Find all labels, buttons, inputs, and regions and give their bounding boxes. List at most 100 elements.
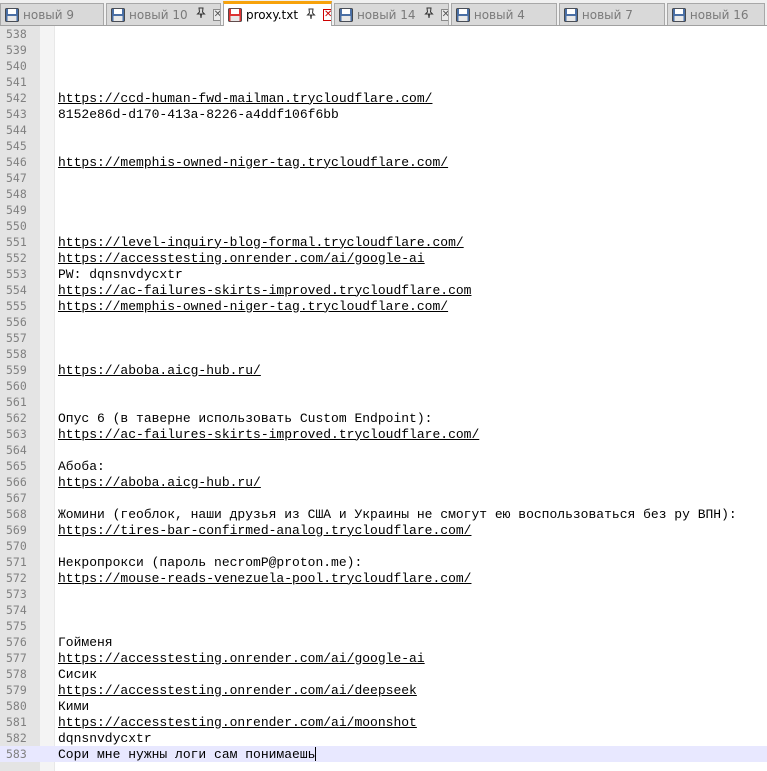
tab-label: proxy.txt	[245, 8, 299, 22]
url-link[interactable]: https://mouse-reads-venezuela-pool.trycl…	[58, 571, 471, 586]
url-link[interactable]: https://ccd-human-fwd-mailman.trycloudfl…	[58, 91, 432, 106]
line-number: 557	[6, 331, 27, 345]
line-number: 538	[6, 27, 27, 41]
text-line[interactable]: 580 Кими	[0, 698, 767, 714]
unsaved-file-icon	[227, 7, 243, 23]
text-line[interactable]: 560	[0, 378, 767, 394]
url-link[interactable]: https://accesstesting.onrender.com/ai/go…	[58, 651, 425, 666]
url-link[interactable]: https://ac-failures-skirts-improved.tryc…	[58, 283, 471, 298]
line-number: 562	[6, 411, 27, 425]
url-link[interactable]: https://accesstesting.onrender.com/ai/mo…	[58, 715, 417, 730]
line-number: 579	[6, 683, 27, 697]
text-line[interactable]: 554 https://ac-failures-skirts-improved.t…	[0, 282, 767, 298]
close-tab-icon[interactable]: ✕	[440, 8, 448, 21]
text-line[interactable]: 549	[0, 202, 767, 218]
text-line[interactable]: 577 https://accesstesting.onrender.com/ai…	[0, 650, 767, 666]
tab-новый-4[interactable]: новый 4	[450, 3, 557, 25]
text-line[interactable]: 564	[0, 442, 767, 458]
pin-icon[interactable]	[423, 7, 435, 22]
close-tab-icon[interactable]: ✕	[212, 8, 220, 21]
editor-area[interactable]: 538 539 540 541 542 https://ccd-human-fwd-mai…	[0, 26, 767, 771]
text-line[interactable]: 570	[0, 538, 767, 554]
text-line[interactable]: 559 https://aboba.aicg-hub.ru/	[0, 362, 767, 378]
text-line[interactable]: 566 https://aboba.aicg-hub.ru/	[0, 474, 767, 490]
text-line[interactable]: 548	[0, 186, 767, 202]
text-line[interactable]: 544	[0, 122, 767, 138]
line-number: 577	[6, 651, 27, 665]
url-link[interactable]: https://level-inquiry-blog-formal.tryclo…	[58, 235, 464, 250]
url-link[interactable]: https://memphis-owned-niger-tag.trycloud…	[58, 155, 448, 170]
tab-новый-14[interactable]: новый 14 ✕	[333, 3, 449, 25]
text-line[interactable]: 540	[0, 58, 767, 74]
line-number: 576	[6, 635, 27, 649]
text-line[interactable]: 579 https://accesstesting.onrender.com/ai…	[0, 682, 767, 698]
url-link[interactable]: https://memphis-owned-niger-tag.trycloud…	[58, 299, 448, 314]
text-line[interactable]: 581 https://accesstesting.onrender.com/ai…	[0, 714, 767, 730]
tab-label: новый 4	[473, 7, 525, 22]
text-line[interactable]: 545	[0, 138, 767, 154]
text-line[interactable]: 556	[0, 314, 767, 330]
text-line[interactable]: 576 Гойменя	[0, 634, 767, 650]
text-line[interactable]: 539	[0, 42, 767, 58]
tab-новый-7[interactable]: новый 7	[558, 3, 665, 25]
text-line[interactable]: 572 https://mouse-reads-venezuela-pool.tr…	[0, 570, 767, 586]
line-number: 583	[6, 747, 27, 761]
line-text: 8152e86d-d170-413a-8226-a4ddf106f6bb	[58, 106, 339, 122]
tab-новый-16[interactable]: новый 16	[666, 3, 765, 25]
close-tab-icon[interactable]: ✕	[323, 9, 331, 21]
tab-proxy-txt[interactable]: proxy.txt ✕	[222, 1, 332, 26]
line-number: 541	[6, 75, 27, 89]
line-text: dqnsnvdycxtr	[58, 730, 152, 746]
line-text: Гойменя	[58, 634, 113, 650]
text-line[interactable]: 562 Опус 6 (в таверне использовать Custom…	[0, 410, 767, 426]
text-line[interactable]: 573	[0, 586, 767, 602]
url-link[interactable]: https://tires-bar-confirmed-analog.trycl…	[58, 523, 471, 538]
text-line[interactable]: 547	[0, 170, 767, 186]
url-link[interactable]: https://aboba.aicg-hub.ru/	[58, 475, 261, 490]
line-number: 547	[6, 171, 27, 185]
text-line[interactable]: 542 https://ccd-human-fwd-mailman.tryclou…	[0, 90, 767, 106]
text-caret	[315, 747, 317, 762]
url-link[interactable]: https://accesstesting.onrender.com/ai/de…	[58, 683, 417, 698]
text-line[interactable]: 558	[0, 346, 767, 362]
text-line[interactable]: 568 Жомини (геоблок, наши друзья из США и…	[0, 506, 767, 522]
text-line[interactable]: 541	[0, 74, 767, 90]
line-number: 571	[6, 555, 27, 569]
text-line[interactable]: 569 https://tires-bar-confirmed-analog.tr…	[0, 522, 767, 538]
line-text: Абоба:	[58, 458, 105, 474]
text-line[interactable]: 551 https://level-inquiry-blog-formal.try…	[0, 234, 767, 250]
line-number: 573	[6, 587, 27, 601]
url-link[interactable]: https://accesstesting.onrender.com/ai/go…	[58, 251, 425, 266]
text-line[interactable]: 571 Некропрокси (пароль necromP@proton.me…	[0, 554, 767, 570]
tab-новый-10[interactable]: новый 10 ✕	[106, 3, 221, 25]
text-line[interactable]: 578 Сисик	[0, 666, 767, 682]
text-line[interactable]: 565 Абоба:	[0, 458, 767, 474]
line-number: 572	[6, 571, 27, 585]
text-line[interactable]: 583 Сори мне нужны логи сам понимаешь	[0, 746, 767, 762]
text-line[interactable]: 552 https://accesstesting.onrender.com/ai…	[0, 250, 767, 266]
line-number: 564	[6, 443, 27, 457]
text-line[interactable]: 561	[0, 394, 767, 410]
line-number: 569	[6, 523, 27, 537]
text-line[interactable]: 574	[0, 602, 767, 618]
text-line[interactable]: 582 dqnsnvdycxtr	[0, 730, 767, 746]
line-number: 565	[6, 459, 27, 473]
text-line[interactable]: 575	[0, 618, 767, 634]
line-number: 558	[6, 347, 27, 361]
text-lines[interactable]: 538 539 540 541 542 https://ccd-human-fwd-mai…	[0, 26, 767, 762]
pin-icon[interactable]	[305, 8, 317, 23]
text-line[interactable]: 553 PW: dqnsnvdycxtr	[0, 266, 767, 282]
tab-новый-9[interactable]: новый 9	[0, 3, 105, 25]
text-line[interactable]: 563 https://ac-failures-skirts-improved.t…	[0, 426, 767, 442]
text-line[interactable]: 538	[0, 26, 767, 42]
pin-icon[interactable]	[195, 7, 207, 22]
text-line[interactable]: 546 https://memphis-owned-niger-tag.trycl…	[0, 154, 767, 170]
text-line[interactable]: 543 8152e86d-d170-413a-8226-a4ddf106f6bb	[0, 106, 767, 122]
url-link[interactable]: https://ac-failures-skirts-improved.tryc…	[58, 427, 479, 442]
text-line[interactable]: 557	[0, 330, 767, 346]
saved-file-icon	[4, 7, 20, 23]
url-link[interactable]: https://aboba.aicg-hub.ru/	[58, 363, 261, 378]
text-line[interactable]: 555 https://memphis-owned-niger-tag.trycl…	[0, 298, 767, 314]
text-line[interactable]: 550	[0, 218, 767, 234]
text-line[interactable]: 567	[0, 490, 767, 506]
